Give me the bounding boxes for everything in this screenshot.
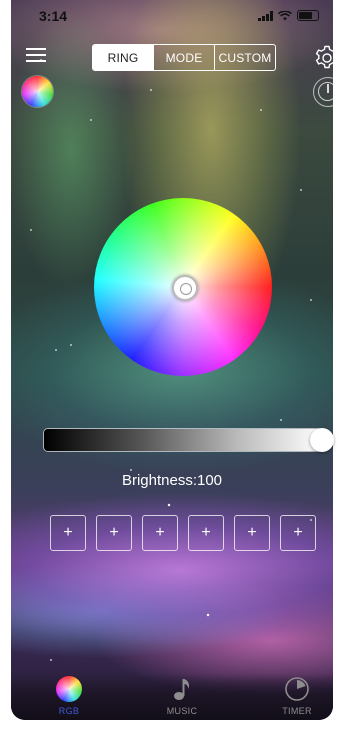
wifi-icon — [278, 10, 292, 20]
app-screen: 3:14 RING MODE CUSTOM Brightness:100 + +… — [0, 0, 344, 740]
tab-rgb-label: RGB — [58, 706, 80, 716]
status-bar: 3:14 — [11, 0, 333, 30]
color-wheel-handle[interactable] — [172, 275, 198, 301]
music-note-icon — [174, 679, 189, 700]
status-icons — [258, 10, 319, 21]
home-indicator — [122, 734, 244, 739]
tab-timer-label: TIMER — [282, 706, 312, 716]
tab-mode[interactable]: MODE — [153, 45, 214, 70]
color-presets: + + + + + + — [50, 515, 316, 551]
timer-icon — [285, 677, 309, 701]
preset-slot-5[interactable]: + — [234, 515, 270, 551]
tab-ring[interactable]: RING — [93, 45, 153, 70]
tab-custom[interactable]: CUSTOM — [214, 45, 275, 70]
bottom-tab-bar: RGB MUSIC TIMER — [11, 670, 333, 720]
preset-slot-3[interactable]: + — [142, 515, 178, 551]
battery-icon — [297, 10, 319, 21]
rgb-color-icon — [56, 676, 82, 702]
tab-timer[interactable]: TIMER — [257, 676, 337, 716]
cellular-signal-icon — [258, 10, 273, 21]
preset-slot-6[interactable]: + — [280, 515, 316, 551]
gear-icon[interactable] — [314, 45, 340, 71]
color-preview-icon[interactable] — [22, 76, 53, 107]
preset-slot-2[interactable]: + — [96, 515, 132, 551]
preset-slot-1[interactable]: + — [50, 515, 86, 551]
brightness-slider[interactable] — [44, 428, 334, 452]
brightness-track[interactable] — [44, 429, 322, 451]
status-time: 3:14 — [39, 8, 68, 24]
mode-segmented-control: RING MODE CUSTOM — [92, 44, 276, 71]
brightness-label: Brightness:100 — [121, 472, 223, 489]
tab-music[interactable]: MUSIC — [142, 676, 222, 716]
hamburger-icon[interactable] — [26, 47, 48, 65]
tab-rgb[interactable]: RGB — [29, 676, 109, 716]
brightness-thumb[interactable] — [310, 428, 334, 452]
preset-slot-4[interactable]: + — [188, 515, 224, 551]
tab-music-label: MUSIC — [166, 706, 198, 716]
power-icon[interactable] — [313, 77, 343, 107]
